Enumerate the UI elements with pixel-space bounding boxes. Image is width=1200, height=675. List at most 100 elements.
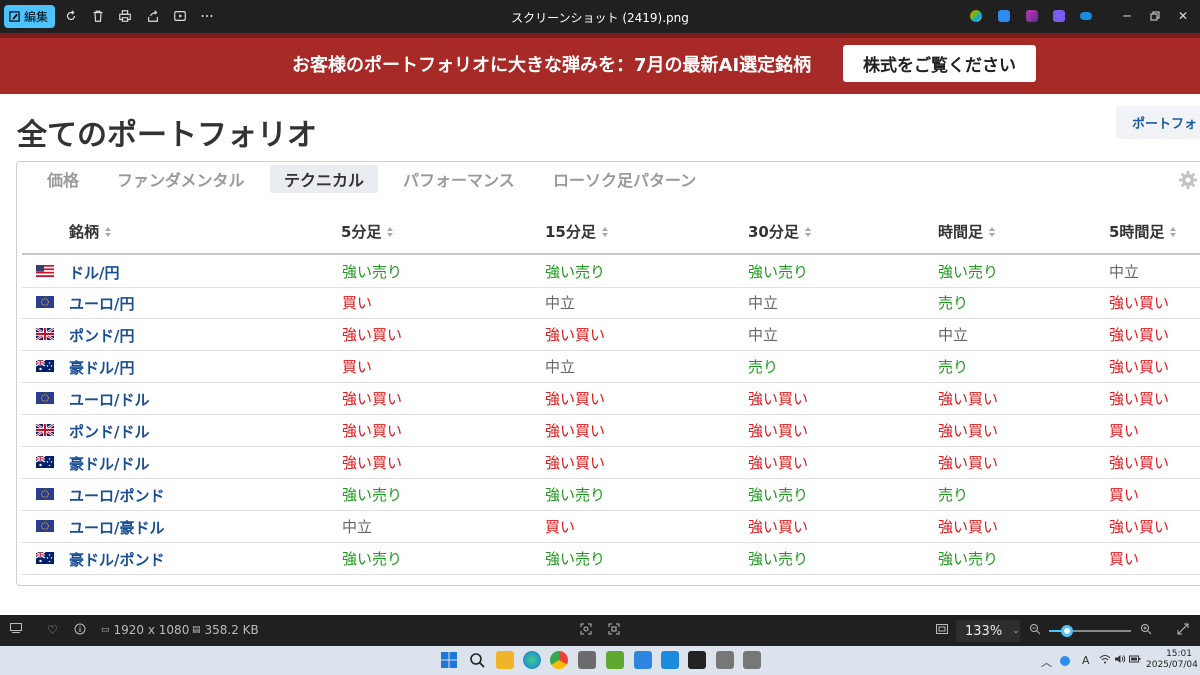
file-explorer-icon[interactable] [496, 651, 514, 669]
ime-indicator[interactable]: A [1082, 654, 1090, 667]
currency-pair-link[interactable]: 豪ドル/円 [69, 357, 134, 378]
battery-icon[interactable] [1129, 654, 1141, 667]
security-icon[interactable] [1060, 656, 1070, 666]
document-icon[interactable] [634, 651, 652, 669]
portfolio-button[interactable]: ポートフォ [1116, 106, 1200, 139]
table-row[interactable]: 豪ドル/円 買い 中立 売り 売り 強い買い [22, 351, 1200, 383]
edit-icon [9, 11, 20, 22]
fullscreen-icon[interactable] [1177, 623, 1189, 635]
text-recognition-icon[interactable] [608, 623, 620, 635]
currency-pair-link[interactable]: ユーロ/円 [69, 293, 134, 314]
restore-icon[interactable] [1145, 6, 1165, 26]
table-row[interactable]: ポンド/ドル 強い買い 強い買い 強い買い 強い買い 買い [22, 415, 1200, 447]
signal-cell: 強い買い [545, 390, 606, 408]
chrome-icon[interactable] [550, 651, 568, 669]
edge-icon[interactable] [523, 651, 541, 669]
signal-cell: 強い買い [342, 390, 403, 408]
table-row[interactable]: ポンド/円 強い買い 強い買い 中立 中立 強い買い [22, 319, 1200, 351]
currency-pair-link[interactable]: 豪ドル/ドル [69, 453, 149, 474]
view-stocks-button[interactable]: 株式をご覧ください [843, 45, 1036, 82]
edit-button[interactable]: 編集 [4, 5, 55, 28]
signal-cell: 強い売り [938, 550, 999, 568]
zoom-in-icon[interactable] [1140, 623, 1152, 635]
more-icon[interactable] [199, 8, 215, 24]
column-header-label: 銘柄 [69, 223, 100, 241]
currency-pair-link[interactable]: ユーロ/ポンド [69, 485, 164, 506]
tab-price[interactable]: 価格 [47, 165, 79, 193]
start-icon[interactable] [440, 651, 458, 669]
copilot-icon[interactable] [970, 10, 982, 22]
signal-cell: 強い買い [1109, 518, 1170, 536]
designer-icon[interactable] [1053, 10, 1065, 22]
close-icon[interactable]: ✕ [1173, 6, 1193, 26]
filmstrip-icon[interactable] [10, 623, 22, 633]
table-row[interactable]: 豪ドル/ドル 強い買い 強い買い 強い買い 強い買い 強い買い [22, 447, 1200, 479]
column-header-symbol[interactable]: 銘柄 [69, 221, 112, 242]
info-icon[interactable] [74, 623, 86, 635]
sticky-notes-icon[interactable] [688, 651, 706, 669]
zoom-slider-thumb[interactable] [1061, 625, 1073, 637]
minimize-icon[interactable]: ─ [1117, 6, 1137, 26]
signal-cell: 中立 [545, 358, 576, 376]
column-header-hourly[interactable]: 時間足 [938, 221, 996, 242]
notepad-icon[interactable] [606, 651, 624, 669]
app-icon[interactable] [716, 651, 734, 669]
photos-icon[interactable] [661, 651, 679, 669]
onedrive-icon[interactable] [1080, 12, 1092, 20]
signal-cell: 中立 [748, 326, 779, 344]
slideshow-icon[interactable] [172, 8, 188, 24]
currency-pair-link[interactable]: ポンド/円 [69, 325, 134, 346]
us-flag-icon [36, 265, 54, 277]
signal-cell: 強い買い [342, 454, 403, 472]
ad-banner[interactable]: お客様のポートフォリオに大きな弾みを：7月の最新AI選定銘柄 株式をご覧ください [0, 33, 1200, 94]
column-header-5min[interactable]: 5分足 [341, 221, 394, 242]
image-dimensions: 1920 x 1080 [113, 623, 190, 637]
chevron-up-icon[interactable]: ︿ [1041, 654, 1052, 670]
search-icon[interactable] [468, 651, 486, 669]
currency-pair-link[interactable]: ポンド/ドル [69, 421, 149, 442]
currency-pair-link[interactable]: ユーロ/ドル [69, 389, 149, 410]
clock[interactable]: 15:01 2025/07/04 [1146, 649, 1198, 671]
volume-icon[interactable] [1114, 654, 1126, 667]
app-icon[interactable] [743, 651, 761, 669]
zoom-value: 133% [965, 623, 1003, 639]
column-header-5hour[interactable]: 5時間足 [1109, 221, 1177, 242]
table-row[interactable]: ドル/円 強い売り 強い売り 強い売り 強い売り 中立 [22, 256, 1200, 288]
table-row[interactable]: ユーロ/ドル 強い買い 強い買い 強い買い 強い買い 強い買い [22, 383, 1200, 415]
signal-cell: 強い売り [342, 486, 403, 504]
delete-icon[interactable] [90, 8, 106, 24]
print-icon[interactable] [117, 8, 133, 24]
table-row[interactable]: ユーロ/ポンド 強い売り 強い売り 強い売り 売り 買い [22, 479, 1200, 511]
favorite-icon[interactable]: ♡ [47, 623, 58, 637]
column-header-30min[interactable]: 30分足 [748, 221, 811, 242]
table-row[interactable]: 豪ドル/ポンド 強い売り 強い売り 強い売り 強い売り 買い [22, 543, 1200, 575]
rotate-icon[interactable] [63, 8, 79, 24]
column-header-label: 5分足 [341, 223, 382, 241]
currency-pair-link[interactable]: 豪ドル/ポンド [69, 549, 164, 570]
currency-pair-link[interactable]: ユーロ/豪ドル [69, 517, 164, 538]
tab-performance[interactable]: パフォーマンス [403, 165, 515, 193]
zoom-dropdown[interactable]: 133% ⌄ [956, 620, 1020, 642]
share-icon[interactable] [145, 8, 161, 24]
banner-text: お客様のポートフォリオに大きな弾みを：7月の最新AI選定銘柄 [292, 55, 812, 76]
uk-flag-icon [36, 328, 54, 340]
currency-pair-link[interactable]: ドル/円 [69, 262, 119, 283]
fit-to-window-icon[interactable] [936, 623, 948, 635]
zoom-out-icon[interactable] [1029, 623, 1041, 635]
column-header-15min[interactable]: 15分足 [545, 221, 608, 242]
tab-fundamental[interactable]: ファンダメンタル [117, 165, 245, 193]
signal-cell: 強い売り [748, 263, 809, 281]
clock-time: 15:01 [1166, 649, 1192, 659]
tab-candlestick-patterns[interactable]: ローソク足パターン [553, 165, 696, 193]
tab-technical[interactable]: テクニカル [270, 165, 379, 193]
table-row[interactable]: ユーロ/円 買い 中立 中立 売り 強い買い [22, 287, 1200, 319]
paint-icon[interactable] [998, 10, 1010, 22]
wifi-icon[interactable] [1099, 654, 1111, 667]
gear-icon[interactable] [1178, 170, 1198, 190]
signal-cell: 強い売り [545, 263, 606, 281]
table-row[interactable]: ユーロ/豪ドル 中立 買い 強い買い 強い買い 強い買い [22, 511, 1200, 543]
crop-icon[interactable] [580, 623, 592, 635]
clock-date: 2025/07/04 [1146, 660, 1198, 670]
clipchamp-icon[interactable] [1026, 10, 1038, 22]
app-icon[interactable] [578, 651, 596, 669]
